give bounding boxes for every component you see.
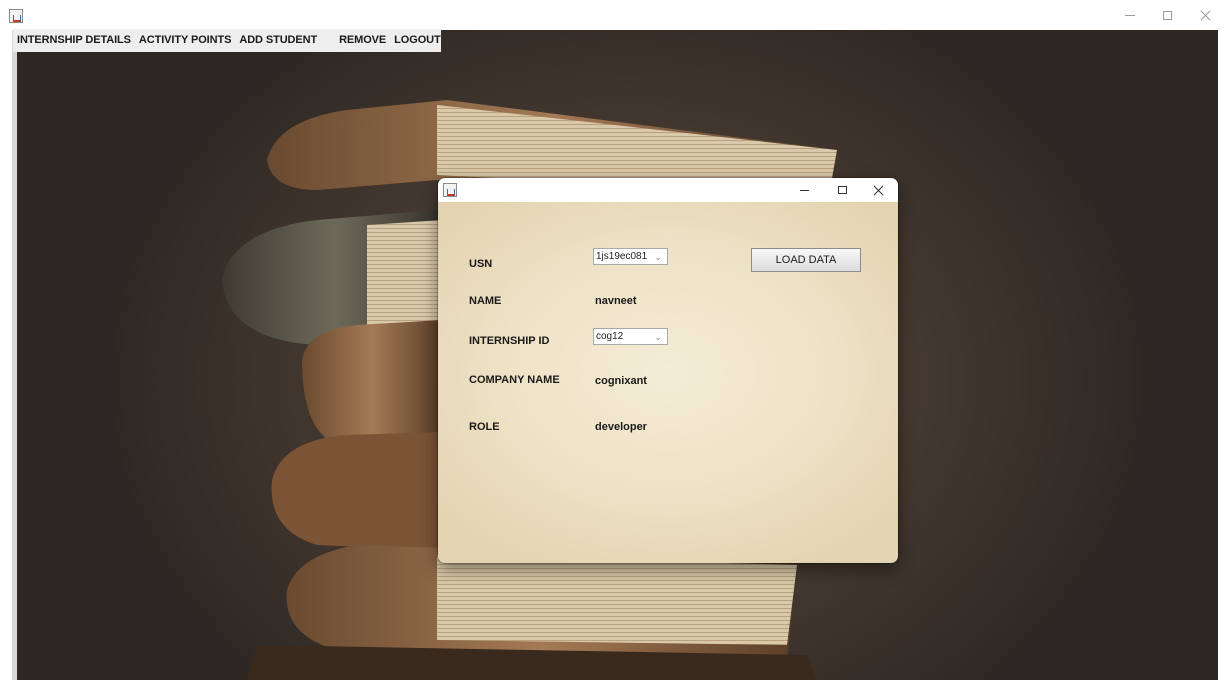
usn-label: USN — [469, 258, 493, 270]
dialog-close-button[interactable] — [864, 178, 892, 202]
menu-logout[interactable]: LOGOUT — [390, 29, 444, 52]
app-icon — [9, 9, 23, 23]
maximize-icon — [1162, 10, 1172, 20]
menu-remove[interactable]: REMOVE — [335, 29, 390, 52]
dialog-body: USN 1js19ec081 ⌄ LOAD DATA NAME navneet … — [438, 202, 898, 563]
internship-id-select-value: cog12 — [596, 331, 624, 342]
menu-activity-points[interactable]: ACTIVITY POINTS — [135, 29, 235, 52]
usn-select-value: 1js19ec081 — [596, 251, 648, 262]
internship-id-select[interactable]: cog12 ⌄ — [593, 328, 668, 345]
dialog-app-icon — [443, 183, 457, 197]
menu-internship-details[interactable]: INTERNSHIP DETAILS — [13, 29, 135, 52]
chevron-down-icon: ⌄ — [654, 332, 662, 342]
dialog-maximize-button[interactable] — [828, 178, 856, 202]
company-name-label: COMPANY NAME — [469, 374, 560, 386]
usn-select[interactable]: 1js19ec081 ⌄ — [593, 248, 668, 265]
main-window-titlebar[interactable] — [0, 0, 1230, 30]
role-value: developer — [595, 421, 647, 433]
role-label: ROLE — [469, 421, 500, 433]
minimize-icon — [1125, 14, 1135, 16]
company-name-value: cognixant — [595, 375, 647, 387]
close-icon — [873, 185, 884, 196]
internship-details-dialog: USN 1js19ec081 ⌄ LOAD DATA NAME navneet … — [438, 178, 898, 563]
name-value: navneet — [595, 295, 637, 307]
close-button[interactable] — [1188, 0, 1222, 30]
minimize-button[interactable] — [1113, 0, 1147, 30]
minimize-icon — [799, 189, 809, 191]
dialog-titlebar[interactable] — [438, 178, 898, 202]
maximize-icon — [837, 186, 847, 194]
dialog-minimize-button[interactable] — [790, 178, 818, 202]
name-label: NAME — [469, 295, 502, 307]
internship-id-label: INTERNSHIP ID — [469, 335, 550, 347]
load-data-button[interactable]: LOAD DATA — [751, 248, 861, 272]
chevron-down-icon: ⌄ — [654, 252, 662, 262]
close-icon — [1200, 10, 1211, 21]
menu-bar: INTERNSHIP DETAILS ACTIVITY POINTS ADD S… — [13, 29, 441, 52]
maximize-button[interactable] — [1150, 0, 1184, 30]
menu-add-student[interactable]: ADD STUDENT — [235, 29, 321, 52]
